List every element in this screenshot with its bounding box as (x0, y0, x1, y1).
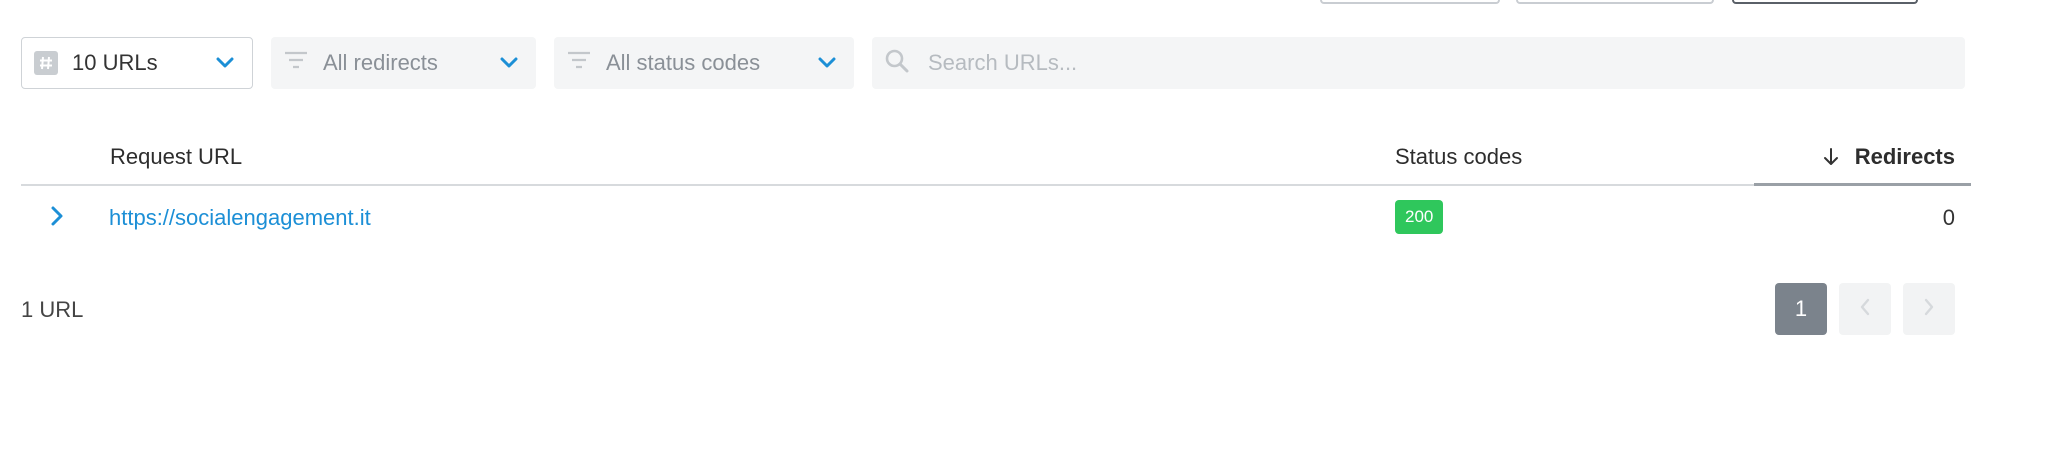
partial-button-1[interactable] (1320, 0, 1500, 4)
column-header-request-url[interactable]: Request URL (110, 144, 242, 170)
results-count: 1 URL (21, 297, 84, 322)
search-icon (884, 48, 910, 79)
table-row: https://socialengagement.it 200 0 (21, 186, 1971, 250)
redirects-filter-select[interactable]: All redirects (271, 37, 536, 89)
partial-button-3[interactable] (1732, 0, 1918, 4)
search-input[interactable] (926, 49, 1930, 77)
chevron-down-icon (498, 52, 520, 74)
url-count-value: 10 URLs (72, 50, 158, 75)
chevron-right-icon[interactable] (45, 204, 69, 228)
search-box[interactable] (872, 37, 1965, 89)
previous-page-button[interactable] (1839, 283, 1891, 335)
chevron-down-icon (816, 52, 838, 74)
status-filter-value: All status codes (606, 50, 761, 75)
request-url-link[interactable]: https://socialengagement.it (109, 205, 371, 231)
hash-icon (34, 51, 58, 75)
status-badge: 200 (1395, 200, 1444, 234)
status-filter-select[interactable]: All status codes (554, 37, 854, 89)
url-count-select[interactable]: 10 URLs (21, 37, 253, 89)
urls-table: Request URL Status codes Redirects https… (21, 130, 1971, 250)
chevron-right-icon (1923, 298, 1935, 321)
filter-icon (283, 50, 309, 76)
filter-icon (566, 50, 592, 76)
chevron-down-icon (214, 52, 236, 74)
page-button-current[interactable]: 1 (1775, 283, 1827, 335)
arrow-down-icon (1823, 147, 1839, 167)
redirects-filter-value: All redirects (323, 50, 438, 75)
next-page-button[interactable] (1903, 283, 1955, 335)
redirects-count: 0 (1942, 205, 1955, 230)
chevron-left-icon (1859, 298, 1871, 321)
pagination: 1 (1775, 283, 1955, 335)
column-header-redirects-label: Redirects (1854, 144, 1955, 169)
partial-button-2[interactable] (1516, 0, 1714, 4)
filter-bar: 10 URLs All redirects All status codes (21, 37, 1965, 89)
column-header-status-codes[interactable]: Status codes (1395, 144, 1522, 170)
table-header: Request URL Status codes Redirects (21, 130, 1971, 186)
column-header-redirects[interactable]: Redirects (1823, 144, 1955, 170)
